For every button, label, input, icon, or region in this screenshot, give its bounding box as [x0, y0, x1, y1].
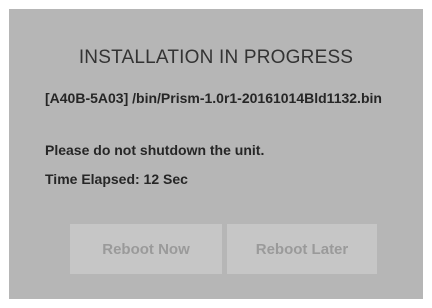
time-elapsed: Time Elapsed: 12 Sec — [45, 171, 188, 187]
shutdown-warning: Please do not shutdown the unit. — [45, 142, 265, 158]
installation-dialog: INSTALLATION IN PROGRESS [A40B-5A03] /bi… — [9, 9, 423, 299]
reboot-later-button[interactable]: Reboot Later — [227, 224, 377, 274]
install-file-path: [A40B-5A03] /bin/Prism-1.0r1-20161014Bld… — [45, 90, 382, 106]
reboot-now-button[interactable]: Reboot Now — [70, 224, 222, 274]
dialog-title: INSTALLATION IN PROGRESS — [78, 47, 354, 68]
